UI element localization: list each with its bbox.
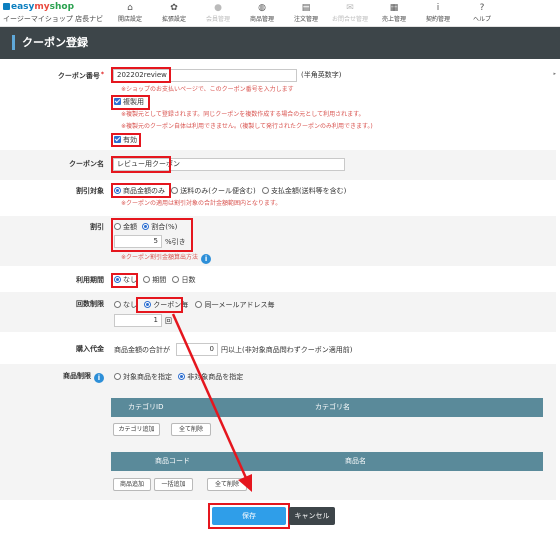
coupon-name-input[interactable]: レビュー用クーポン bbox=[113, 158, 345, 171]
discount-rate-radio[interactable] bbox=[142, 223, 150, 230]
usage-count-input[interactable]: 1 bbox=[114, 314, 162, 327]
discount-amount-radio[interactable] bbox=[114, 223, 121, 230]
discount-value-input[interactable]: 5 bbox=[114, 235, 162, 248]
save-button[interactable]: 保存 bbox=[212, 507, 286, 525]
nav-item-3[interactable]: ● 会員管理 bbox=[196, 0, 240, 27]
page-title: クーポン登録 bbox=[22, 36, 88, 49]
limit-none-radio[interactable] bbox=[114, 301, 121, 308]
coupon-code-label: クーポン番号 bbox=[57, 72, 100, 80]
include-products-radio[interactable] bbox=[114, 373, 121, 380]
copy-checkbox[interactable] bbox=[114, 98, 121, 105]
nav-label: 開店設定 bbox=[117, 16, 142, 23]
enabled-checkbox[interactable] bbox=[114, 136, 121, 143]
purchase-amount-suffix: 円以上(非対象商品問わずクーポン適用前) bbox=[221, 346, 353, 354]
nav-item-5[interactable]: ▤ 注文管理 bbox=[284, 0, 328, 27]
discount-target-label: 割引対象 bbox=[76, 187, 104, 195]
clear-products-button[interactable]: 全て削除 bbox=[207, 478, 247, 491]
discount-target-note: ※クーポンの適用は割引対象の合計金額範囲内となります。 bbox=[121, 200, 282, 207]
product-limit-row: 商品制限 i 対象商品を指定 非対象商品を指定 bbox=[0, 364, 556, 500]
nav-item-9[interactable]: ? ヘルプ bbox=[460, 0, 504, 27]
discount-target-row: 割引対象 商品金額のみ 送料のみ(クール便含む) 支払金額(送料等を含む) ※ク… bbox=[0, 182, 556, 216]
nav-label: 売上管理 bbox=[381, 16, 406, 23]
limit-per-email-radio[interactable] bbox=[195, 301, 203, 308]
clear-categories-button[interactable]: 全て削除 bbox=[171, 423, 211, 436]
target-total-radio[interactable] bbox=[261, 187, 269, 194]
nav-label: 拡張設定 bbox=[161, 16, 186, 23]
calculator-icon: ▦ bbox=[389, 3, 399, 13]
purchase-amount-input[interactable]: 0 bbox=[176, 343, 218, 356]
mail-icon: ✉ bbox=[346, 3, 354, 13]
period-label: 利用期間 bbox=[76, 276, 104, 284]
nav-label: 契約管理 bbox=[425, 16, 450, 23]
coupon-code-row: クーポン番号* 202202review (半角英数字) ※ショップのお支払いペ… bbox=[0, 64, 556, 148]
help-icon: ? bbox=[479, 3, 485, 13]
enabled-label: 有効 bbox=[123, 136, 137, 144]
product-limit-label: 商品制限 bbox=[63, 372, 91, 380]
exclude-products-radio[interactable] bbox=[178, 373, 186, 380]
coupon-code-note: ※ショップのお支払いページで、このクーポン番号を入力します bbox=[121, 86, 294, 93]
product-table-header: 商品コード 商品名 bbox=[111, 452, 543, 471]
add-category-button[interactable]: カテゴリ追加 bbox=[113, 423, 160, 436]
discount-row: 割引 金額 割合(%) 5 %引き ※クーポン割引金額算出方法 i bbox=[0, 216, 556, 266]
document-icon: ▤ bbox=[301, 3, 311, 13]
required-mark: * bbox=[100, 71, 104, 78]
category-name-header: カテゴリ名 bbox=[315, 403, 350, 411]
bulk-add-button[interactable]: 一括追加 bbox=[154, 478, 193, 491]
title-accent bbox=[12, 35, 15, 50]
nav-item-8[interactable]: i 契約管理 bbox=[416, 0, 460, 27]
page-title-bar: クーポン登録 bbox=[0, 27, 560, 59]
gear-icon: ✿ bbox=[170, 3, 178, 13]
discount-note: ※クーポン割引金額算出方法 bbox=[121, 254, 199, 261]
period-row: 利用期間 なし 期間 日数 bbox=[0, 268, 556, 292]
cancel-button[interactable]: キャンセル bbox=[289, 507, 335, 525]
add-product-button[interactable]: 商品追加 bbox=[113, 478, 151, 491]
target-shipping-radio[interactable] bbox=[171, 187, 179, 194]
copy-note-1: ※複製元として登録されます。同じクーポンを複数作成する場合の元として利用されます… bbox=[121, 111, 365, 118]
product-limit-info-icon[interactable]: i bbox=[94, 373, 104, 383]
category-id-header: カテゴリID bbox=[128, 403, 164, 411]
coupon-name-row: クーポン名 レビュー用クーポン bbox=[0, 150, 556, 180]
product-code-header: 商品コード bbox=[155, 457, 190, 465]
period-range-radio[interactable] bbox=[143, 276, 151, 283]
home-icon: ⌂ bbox=[127, 3, 133, 13]
nav-label: ヘルプ bbox=[472, 16, 491, 23]
nav-label: 会員管理 bbox=[205, 16, 230, 23]
purchase-amount-row: 購入代金 商品金額の合計が 0 円以上(非対象商品問わずクーポン適用前) bbox=[0, 334, 556, 364]
usage-count-unit: 回 bbox=[165, 317, 172, 325]
limit-per-coupon-radio[interactable] bbox=[144, 301, 152, 308]
logo-subtitle: イージーマイショップ 店長ナビ bbox=[3, 15, 104, 23]
period-none-radio[interactable] bbox=[114, 276, 121, 283]
nav-label: 商品管理 bbox=[249, 16, 274, 23]
coupon-code-hint: (半角英数字) bbox=[301, 71, 342, 79]
copy-note-2: ※複製元のクーポン自体は利用できません。(複製して発行されたクーポンのみ利用でき… bbox=[121, 123, 373, 130]
gift-icon: ◍ bbox=[258, 3, 266, 13]
logo[interactable]: easymyshop イージーマイショップ 店長ナビ bbox=[3, 2, 103, 25]
coupon-code-input[interactable]: 202202review bbox=[113, 69, 297, 82]
usage-limit-row: 回数制限 なし クーポン毎 同一メールアドレス毎 1 回 bbox=[0, 292, 556, 332]
user-icon: ● bbox=[214, 3, 222, 13]
nav-label: お問合せ管理 bbox=[331, 16, 368, 23]
discount-label: 割引 bbox=[90, 223, 104, 231]
purchase-amount-label: 購入代金 bbox=[76, 345, 104, 353]
discount-unit: %引き bbox=[165, 238, 186, 246]
product-name-header: 商品名 bbox=[345, 457, 366, 465]
target-product-radio[interactable] bbox=[114, 187, 121, 194]
copy-label: 複製用 bbox=[123, 98, 144, 106]
period-days-radio[interactable] bbox=[172, 276, 180, 283]
coupon-name-label: クーポン名 bbox=[69, 160, 104, 168]
logo-mark-icon bbox=[3, 3, 10, 10]
nav-item-7[interactable]: ▦ 売上管理 bbox=[372, 0, 416, 27]
nav-item-4[interactable]: ◍ 商品管理 bbox=[240, 0, 284, 27]
info-icon: i bbox=[436, 3, 440, 13]
nav-item-1[interactable]: ⌂ 開店設定 bbox=[108, 0, 152, 27]
top-navigation-bar: easymyshop イージーマイショップ 店長ナビ ⌂ 開店設定 ✿ 拡張設定 ● 会員… bbox=[0, 0, 560, 27]
nav-label: 注文管理 bbox=[293, 16, 318, 23]
info-icon[interactable]: i bbox=[201, 254, 212, 264]
category-table-header: カテゴリID カテゴリ名 bbox=[111, 398, 543, 417]
usage-limit-label: 回数制限 bbox=[76, 300, 104, 308]
purchase-amount-prefix: 商品金額の合計が bbox=[114, 346, 170, 354]
nav-item-6[interactable]: ✉ お問合せ管理 bbox=[328, 0, 372, 27]
nav-item-2[interactable]: ✿ 拡張設定 bbox=[152, 0, 196, 27]
